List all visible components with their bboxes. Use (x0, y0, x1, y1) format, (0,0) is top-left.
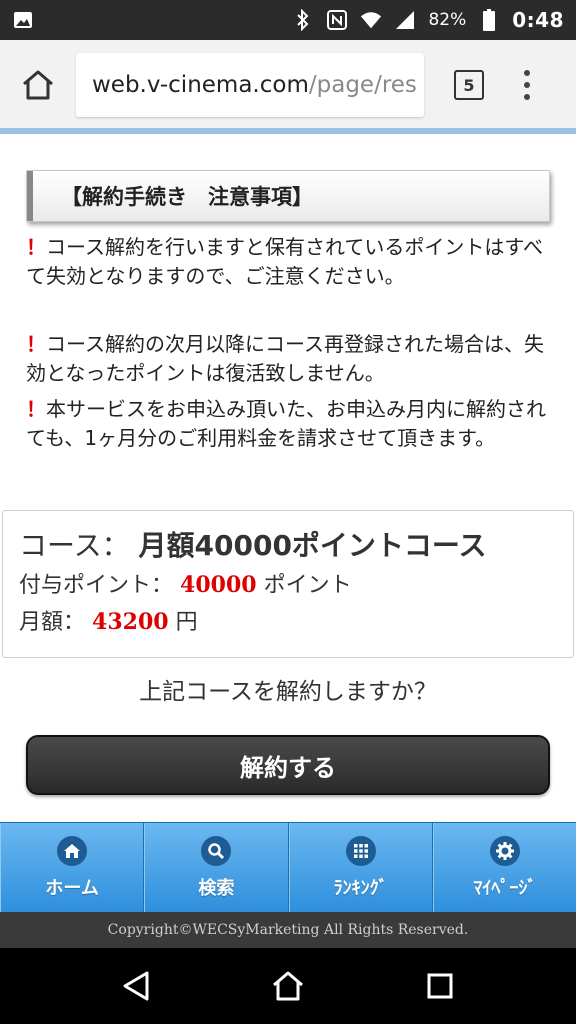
bluetooth-icon (292, 9, 314, 31)
price-value: 43200 (92, 609, 169, 635)
notice-heading: 【解約手続き 注意事項】 (26, 170, 550, 222)
points-value: 40000 (180, 572, 257, 598)
tab-switcher-button[interactable]: 5 (454, 70, 484, 100)
points-label: 付与ポイント： (19, 573, 174, 598)
clock: 0:48 (512, 8, 564, 32)
recents-button[interactable] (420, 966, 460, 1006)
url-path: /page/res (308, 72, 417, 98)
course-name: 月額40000ポイントコース (138, 529, 487, 562)
notice-text: コース解約の次月以降にコース再登録された場合は、失効となったポイントは復活致しま… (26, 332, 544, 385)
points-row: 付与ポイント： 40000 ポイント (19, 567, 557, 604)
notice-item: ！本サービスをお申込み頂いた、お申込み月内に解約されても、1ヶ月分のご利用料金を… (26, 395, 550, 453)
battery-percent: 82% (428, 10, 467, 30)
home-nav-button[interactable] (268, 966, 308, 1006)
nav-mypage[interactable]: ﾏｲﾍﾟｰｼﾞ (432, 823, 576, 912)
nfc-icon (326, 9, 348, 31)
bottom-nav: ホーム 検索 ﾗﾝｷﾝｸﾞ ﾏｲﾍﾟｰｼﾞ (0, 822, 576, 912)
course-label: コース： (19, 529, 130, 562)
page-top-divider (0, 128, 576, 134)
nav-label: 検索 (198, 877, 235, 899)
back-icon (123, 971, 149, 1001)
signal-icon (394, 9, 416, 31)
price-label: 月額： (19, 610, 86, 635)
browser-home-button[interactable] (14, 61, 62, 109)
price-unit: 円 (175, 610, 198, 635)
warning-icon: ！ (26, 332, 46, 356)
notice-text: コース解約を行いますと保有されているポイントはすべて失効となりますので、ご注意く… (26, 235, 543, 288)
search-icon (201, 835, 232, 866)
points-unit: ポイント (263, 573, 352, 598)
wifi-icon (360, 9, 382, 31)
course-row: コース： 月額40000ポイントコース (19, 525, 557, 567)
recents-icon (427, 973, 453, 999)
url-host: web.v-cinema.com (92, 72, 309, 98)
notice-item: ！コース解約の次月以降にコース再登録された場合は、失効となったポイントは復活致し… (26, 330, 550, 388)
menu-dot (524, 70, 530, 76)
home-icon (273, 971, 303, 1001)
nav-home[interactable]: ホーム (0, 823, 145, 912)
gear-icon (489, 835, 520, 866)
ranking-icon (345, 835, 376, 866)
confirm-question: 上記コースを解約しますか？ (139, 679, 437, 705)
notice-item: ！コース解約を行いますと保有されているポイントはすべて失効となりますので、ご注意… (26, 233, 550, 291)
android-nav-bar (0, 948, 576, 1024)
back-button[interactable] (116, 966, 156, 1006)
overflow-menu-button[interactable] (522, 70, 532, 100)
cancel-subscription-button[interactable]: 解約する (26, 735, 550, 795)
nav-search[interactable]: 検索 (144, 823, 289, 912)
notice-text: 本サービスをお申込み頂いた、お申込み月内に解約されても、1ヶ月分のご利用料金を請… (26, 397, 546, 450)
warning-icon: ！ (26, 397, 46, 421)
course-summary: コース： 月額40000ポイントコース 付与ポイント： 40000 ポイント 月… (2, 510, 574, 658)
url-bar[interactable]: web.v-cinema.com/page/res (76, 53, 424, 117)
copyright: Copyright©WECSyMarketing All Rights Rese… (0, 912, 576, 948)
nav-label: ﾗﾝｷﾝｸﾞ (333, 877, 388, 899)
price-row: 月額： 43200 円 (19, 604, 557, 641)
menu-dot (524, 94, 530, 100)
battery-icon (478, 9, 500, 31)
nav-ranking[interactable]: ﾗﾝｷﾝｸﾞ (288, 823, 433, 912)
home-icon (57, 835, 88, 866)
warning-icon: ！ (26, 235, 46, 259)
nav-label: ﾏｲﾍﾟｰｼﾞ (473, 877, 537, 899)
browser-toolbar: web.v-cinema.com/page/res 5 (0, 40, 576, 130)
nav-label: ホーム (45, 877, 99, 899)
image-icon (12, 9, 34, 31)
home-icon (23, 70, 53, 100)
menu-dot (524, 82, 530, 88)
status-bar: 82% 0:48 (0, 0, 576, 40)
